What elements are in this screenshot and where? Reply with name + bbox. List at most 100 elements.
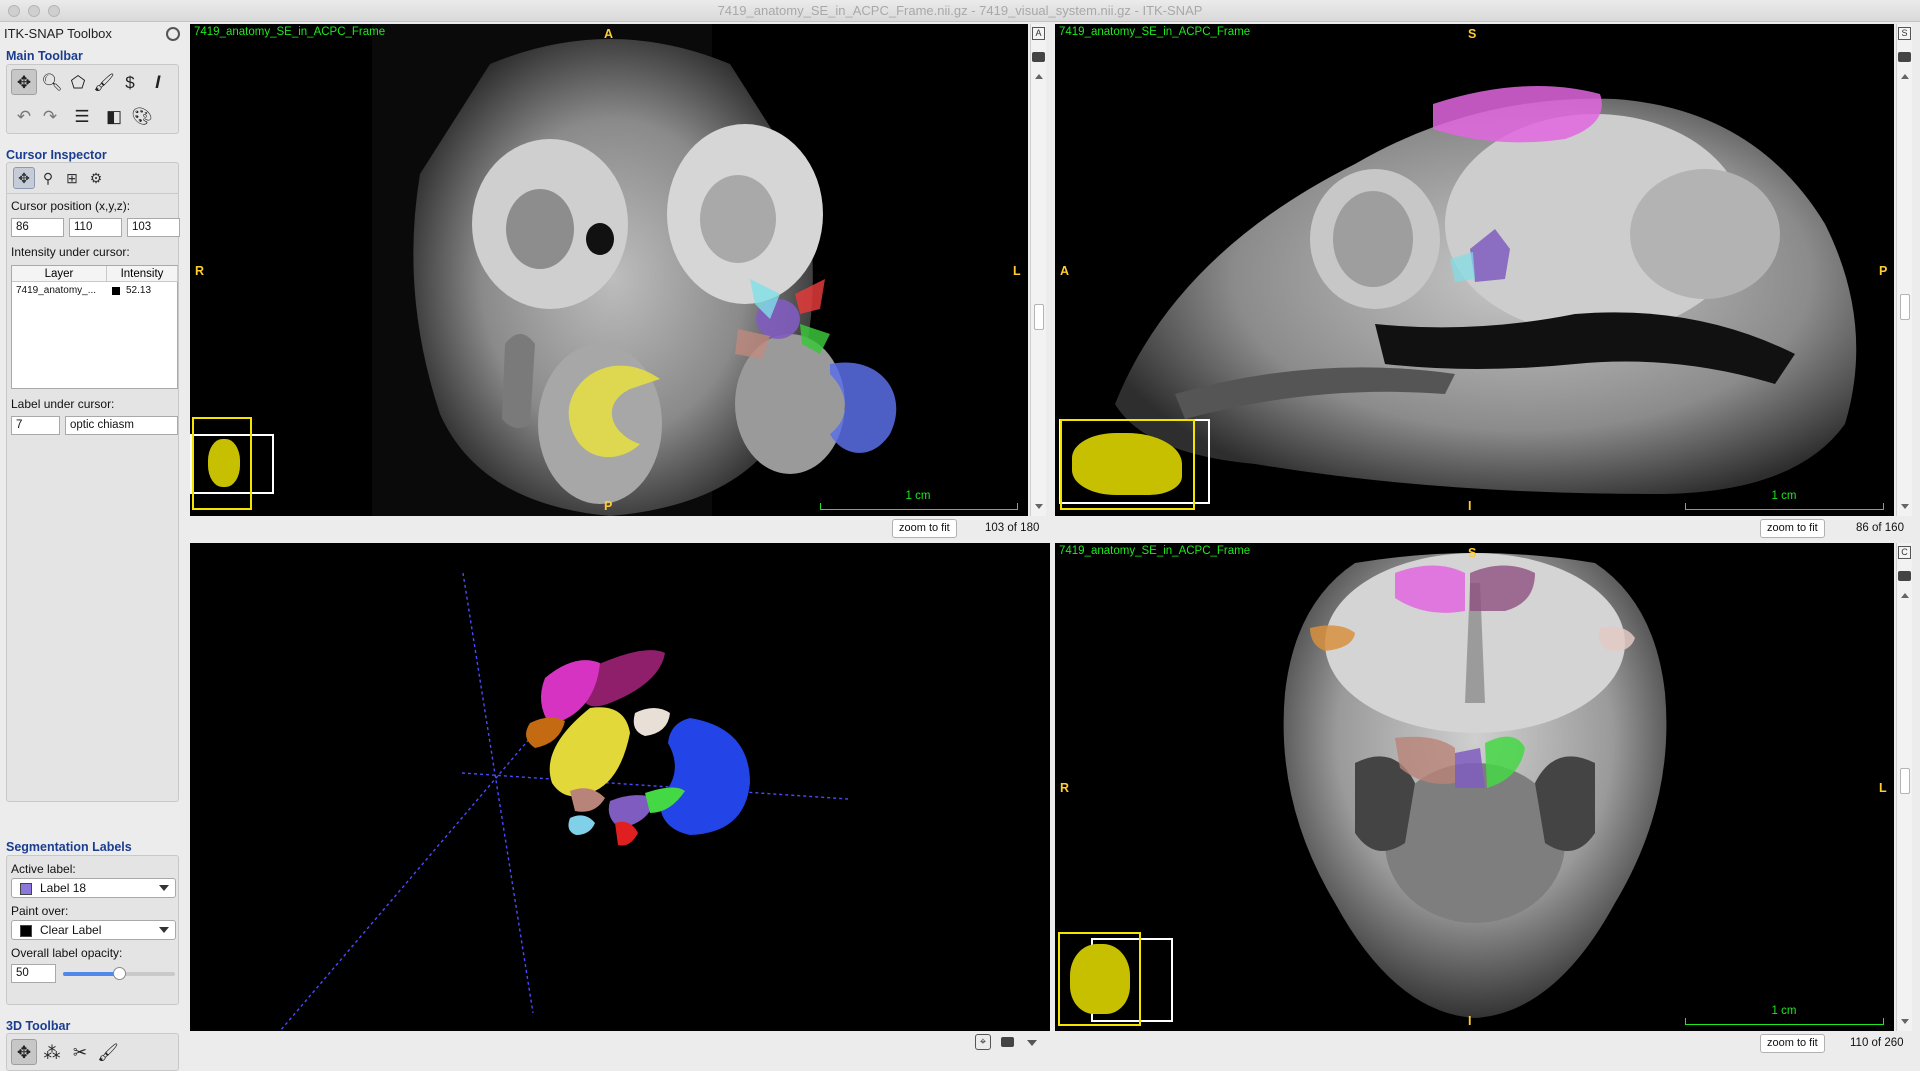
layer-column-header[interactable]: Layer [12, 266, 107, 282]
label-under-cursor-label: Label under cursor: [11, 397, 115, 411]
chevron-down-icon [159, 927, 169, 933]
axial-slice-scrollbar[interactable]: A [1030, 24, 1046, 516]
toolbar-3d-title: 3D Toolbar [6, 1019, 71, 1033]
3d-reset-view-icon[interactable]: ⌖ [975, 1034, 991, 1050]
label-id-field: 7 [11, 416, 60, 435]
cursor-y-field[interactable]: 110 [69, 218, 122, 237]
label-editor-palette-icon[interactable]: 🎨︎ [129, 103, 155, 129]
axial-slice-image[interactable] [190, 24, 1028, 516]
active-label-value: Label 18 [40, 881, 87, 895]
polygon-tool-icon[interactable]: ⬠ [65, 69, 91, 95]
paint-over-swatch [20, 925, 32, 937]
coronal-thumbnail[interactable] [1058, 932, 1141, 1026]
sagittal-orient-right: P [1879, 264, 1888, 278]
3d-screenshot-icon[interactable] [1001, 1037, 1014, 1047]
coronal-view-button[interactable]: C [1898, 546, 1911, 559]
annotation-tool-icon[interactable]: 𝑰 [145, 69, 171, 95]
scroll-up-arrow-icon[interactable] [1035, 74, 1043, 79]
coronal-layer-title: 7419_anatomy_SE_in_ACPC_Frame [1059, 545, 1251, 557]
intensity-label: Intensity under cursor: [11, 245, 130, 259]
opacity-slider-handle[interactable] [113, 967, 126, 980]
zoom-tool-icon[interactable]: 🔍︎ [39, 69, 65, 95]
coronal-screenshot-icon[interactable] [1898, 571, 1911, 581]
window-titlebar: 7419_anatomy_SE_in_ACPC_Frame.nii.gz - 7… [0, 0, 1920, 22]
label-name-field: optic chiasm [65, 416, 178, 435]
axial-scale-bar [820, 503, 1018, 510]
cursor-inspector-tab-icon[interactable]: ✥ [13, 167, 35, 189]
sagittal-view[interactable]: 7419_anatomy_SE_in_ACPC_Frame S I A P 1 … [1055, 24, 1894, 516]
paint-over-dropdown[interactable]: Clear Label [11, 920, 176, 940]
spray-paint-3d-tool-icon[interactable]: ⁂ [39, 1039, 65, 1065]
snake-tool-icon[interactable]: $ [117, 69, 143, 95]
toolbox-panel: ITK-SNAP Toolbox Main Toolbar ✥ 🔍︎ ⬠ 🖌︎ … [0, 22, 186, 1071]
axial-layer-title: 7419_anatomy_SE_in_ACPC_Frame [194, 26, 386, 38]
segmentation-labels-title: Segmentation Labels [6, 840, 132, 854]
scalpel-3d-tool-icon[interactable]: ✂ [67, 1039, 93, 1065]
layers-icon[interactable]: ☰ [69, 103, 95, 129]
coronal-slice-label: 110 of 260 [1850, 1037, 1904, 1049]
toolbox-options-icon[interactable] [166, 27, 180, 41]
sagittal-slice-scrollbar-thumb[interactable] [1900, 294, 1910, 320]
sagittal-view-button[interactable]: S [1898, 27, 1911, 40]
opacity-slider[interactable] [63, 967, 175, 980]
cursor-z-field[interactable]: 103 [127, 218, 180, 237]
layer-inspector-icon[interactable]: ◧ [101, 103, 127, 129]
coronal-orient-left: R [1060, 781, 1070, 795]
paint-over-value: Clear Label [40, 923, 102, 937]
scroll-up-arrow-icon[interactable] [1901, 593, 1909, 598]
toolbox-header: ITK-SNAP Toolbox [0, 24, 186, 44]
main-toolbar-title: Main Toolbar [6, 49, 83, 63]
layout-inspector-tab-icon[interactable]: ⊞ [61, 167, 83, 189]
scroll-down-arrow-icon[interactable] [1035, 504, 1043, 509]
coronal-slice-scrollbar[interactable]: C [1896, 543, 1912, 1031]
intensity-column-header[interactable]: Intensity [107, 266, 178, 282]
scroll-up-arrow-icon[interactable] [1901, 74, 1909, 79]
3d-render-image[interactable] [190, 543, 1050, 1031]
axial-orient-right: L [1013, 264, 1021, 278]
undo-icon[interactable]: ↶ [11, 103, 37, 129]
axial-view-button[interactable]: A [1032, 27, 1045, 40]
table-row-layer: 7419_anatomy_... [16, 285, 97, 296]
scroll-down-arrow-icon[interactable] [1901, 504, 1909, 509]
chevron-down-icon [159, 885, 169, 891]
sync-inspector-tab-icon[interactable]: ⚙ [85, 167, 107, 189]
axial-view[interactable]: 7419_anatomy_SE_in_ACPC_Frame A P R L 1 … [190, 24, 1028, 516]
cursor-inspector-title: Cursor Inspector [6, 148, 107, 162]
3d-options-chevron-icon[interactable] [1027, 1040, 1037, 1046]
coronal-orient-bottom: I [1468, 1014, 1472, 1028]
paintbrush-tool-icon[interactable]: 🖌︎ [91, 69, 117, 95]
intensity-table[interactable]: Layer Intensity 7419_anatomy_... 52.13 [11, 265, 178, 389]
paintbrush-3d-tool-icon[interactable]: 🖌︎ [95, 1039, 121, 1065]
window-title: 7419_anatomy_SE_in_ACPC_Frame.nii.gz - 7… [717, 3, 1203, 18]
axial-screenshot-icon[interactable] [1032, 52, 1045, 62]
toolbox-title: ITK-SNAP Toolbox [4, 26, 112, 41]
coronal-slice-image[interactable] [1055, 543, 1894, 1031]
redo-icon[interactable]: ↷ [37, 103, 63, 129]
sagittal-thumbnail-image [1072, 433, 1182, 495]
coronal-thumbnail-image [1070, 944, 1130, 1014]
zoom-inspector-tab-icon[interactable]: ⚲ [37, 167, 59, 189]
rotate-3d-tool-icon[interactable]: ✥ [11, 1039, 37, 1065]
axial-zoom-to-fit-button[interactable]: zoom to fit [892, 519, 957, 538]
crosshair-tool-icon[interactable]: ✥ [11, 69, 37, 95]
sagittal-slice-scrollbar[interactable]: S [1896, 24, 1912, 516]
coronal-view[interactable]: 7419_anatomy_SE_in_ACPC_Frame S I R L 1 … [1055, 543, 1894, 1031]
coronal-slice-scrollbar-thumb[interactable] [1900, 768, 1910, 794]
coronal-zoom-to-fit-button[interactable]: zoom to fit [1760, 1034, 1825, 1053]
opacity-field[interactable]: 50 [11, 964, 56, 983]
sagittal-zoom-to-fit-button[interactable]: zoom to fit [1760, 519, 1825, 538]
axial-slice-label: 103 of 180 [985, 522, 1040, 534]
divider [7, 193, 178, 194]
axial-slice-scrollbar-thumb[interactable] [1034, 304, 1044, 330]
axial-orient-left: R [195, 264, 205, 278]
axial-thumbnail[interactable] [192, 417, 252, 510]
sagittal-thumbnail[interactable] [1060, 419, 1195, 510]
cursor-x-field[interactable]: 86 [11, 218, 64, 237]
axial-orient-top: A [604, 27, 614, 41]
sagittal-scale-bar [1685, 503, 1884, 510]
scroll-down-arrow-icon[interactable] [1901, 1019, 1909, 1024]
opacity-slider-fill [63, 972, 119, 976]
active-label-dropdown[interactable]: Label 18 [11, 878, 176, 898]
sagittal-screenshot-icon[interactable] [1898, 52, 1911, 62]
3d-view[interactable] [190, 543, 1050, 1031]
